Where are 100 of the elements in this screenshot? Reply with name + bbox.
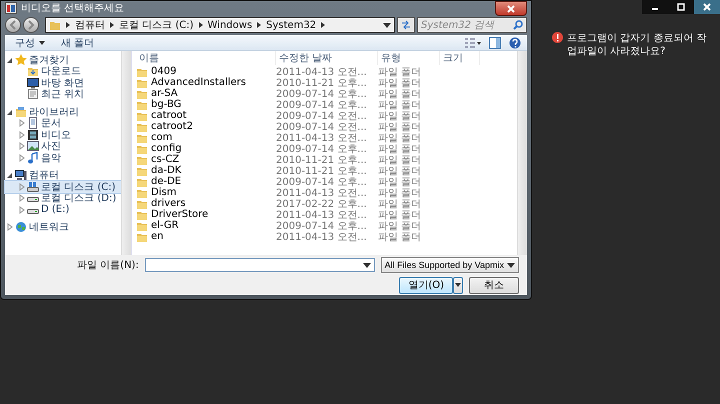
scrollbar[interactable]	[121, 51, 131, 255]
document-icon	[27, 88, 39, 100]
picture-icon	[27, 140, 39, 152]
chevron-icon[interactable]	[65, 20, 71, 30]
nav-item[interactable]: 즐겨찾기	[5, 54, 121, 66]
film-icon	[27, 128, 39, 141]
chevron-icon[interactable]	[198, 20, 204, 30]
type-cell-text: 파일 폴더	[378, 98, 422, 112]
nav-item[interactable]: 컴퓨터	[5, 170, 121, 181]
preview-pane-icon[interactable]	[489, 36, 501, 48]
nav-item[interactable]: 네트워크	[5, 222, 121, 233]
chevron-icon[interactable]	[256, 20, 262, 30]
file-name-cell[interactable]: DriverStore	[136, 208, 276, 220]
nav-item[interactable]: 사진	[5, 140, 121, 152]
type-cell-text: 파일 폴더	[378, 110, 422, 122]
nav-item[interactable]: 로컬 디스크 (C:)	[5, 181, 121, 192]
type-cell-text: 파일 폴더	[378, 120, 422, 134]
date-cell-text: 2009-07-14 오후...	[276, 220, 368, 232]
file-name-cell[interactable]: en	[136, 230, 276, 242]
file-name-cell[interactable]: cs-CZ	[136, 154, 276, 166]
file-name-cell[interactable]: da-DK	[136, 164, 276, 176]
type-cell-text: 파일 폴더	[378, 88, 422, 100]
app-icon	[5, 2, 17, 14]
collapsed-arrow-icon[interactable]	[19, 152, 25, 164]
date-cell-text: 2017-02-22 오후...	[276, 198, 368, 210]
type-cell-text: 파일 폴더	[378, 198, 422, 210]
file-name-cell[interactable]: catroot	[136, 110, 276, 122]
collapsed-arrow-icon[interactable]	[7, 221, 13, 234]
scrollbar[interactable]	[517, 51, 527, 255]
collapsed-arrow-icon[interactable]	[19, 140, 25, 152]
caret-icon[interactable]	[383, 21, 391, 29]
date-cell-text: 2009-07-14 오후...	[276, 176, 368, 188]
file-name-field[interactable]	[144, 258, 375, 272]
open-options-button[interactable]	[453, 276, 463, 294]
toolbar-button[interactable]: 새 폴더	[57, 36, 98, 50]
collapsed-arrow-icon[interactable]	[19, 192, 25, 204]
window-title: 비디오를 선택해주세요	[21, 2, 124, 15]
close-button[interactable]	[495, 1, 527, 16]
cancel-button[interactable]: 취소	[469, 276, 519, 294]
help-icon[interactable]	[509, 36, 521, 48]
file-name-cell[interactable]: config	[136, 142, 276, 154]
column-header[interactable]: 이름	[136, 51, 276, 65]
type-cell-text: 파일 폴더	[378, 176, 422, 188]
collapsed-arrow-icon[interactable]	[19, 128, 25, 141]
type-cell-text: 파일 폴더	[378, 220, 422, 232]
file-name-cell[interactable]: Dism	[136, 186, 276, 198]
date-cell-text: 2011-04-13 오전...	[276, 66, 368, 78]
nav-item[interactable]: 비디오	[5, 129, 121, 140]
close-icon	[507, 4, 515, 12]
type-cell-text: 파일 폴더	[378, 154, 422, 166]
type-cell-text: 파일 폴더	[378, 208, 422, 222]
nav-item[interactable]: 최근 위치	[5, 88, 121, 100]
file-name-cell[interactable]: el-GR	[136, 220, 276, 232]
nav-item[interactable]: D (E:)	[5, 204, 121, 216]
view-options-icon[interactable]	[465, 38, 481, 48]
file-name-cell[interactable]: ar-SA	[136, 88, 276, 100]
file-name-cell[interactable]: 0409	[136, 66, 276, 78]
maximize-button[interactable]	[668, 0, 694, 14]
maximize-icon	[676, 2, 686, 12]
nav-item[interactable]: 문서	[5, 118, 121, 129]
date-cell-text: 2011-04-13 오전...	[276, 132, 368, 144]
nav-item[interactable]: 음악	[5, 152, 121, 164]
column-header[interactable]: 크기	[440, 51, 480, 65]
forward-button[interactable]	[23, 17, 39, 33]
nav-item[interactable]: 라이브러리	[5, 106, 121, 118]
file-name-cell[interactable]: com	[136, 132, 276, 144]
date-cell-text: 2009-07-14 오전...	[276, 120, 368, 134]
search-field[interactable]: System32 검색	[417, 17, 527, 33]
file-name-cell[interactable]: de-DE	[136, 176, 276, 188]
breadcrumb-item[interactable]: Windows	[208, 20, 252, 30]
collapsed-arrow-icon[interactable]	[19, 204, 25, 216]
close-icon	[702, 2, 712, 12]
file-name-cell[interactable]: drivers	[136, 198, 276, 210]
breadcrumb-item[interactable]: System32	[266, 20, 316, 30]
caret-icon	[507, 260, 515, 268]
breadcrumb-item[interactable]: 로컬 디스크 (C:)	[119, 18, 194, 32]
nav-item[interactable]: 다운로드	[5, 66, 121, 77]
refresh-button[interactable]	[397, 17, 415, 33]
nav-item[interactable]: 로컬 디스크 (D:)	[5, 192, 121, 204]
type-cell-text: 파일 폴더	[378, 142, 422, 156]
file-name-cell[interactable]: AdvancedInstallers	[136, 76, 276, 88]
chevron-icon[interactable]	[320, 20, 326, 30]
caret-icon	[362, 260, 371, 268]
back-button[interactable]	[5, 17, 21, 33]
collapsed-arrow-icon[interactable]	[19, 117, 25, 130]
nav-item[interactable]: 바탕 화면	[5, 77, 121, 88]
music-note-icon	[27, 152, 39, 164]
column-header[interactable]: 유형	[378, 51, 440, 65]
address-bar[interactable]: 컴퓨터 로컬 디스크 (C:) Windows System32	[45, 17, 395, 33]
minimize-button[interactable]	[642, 0, 668, 14]
file-name-cell[interactable]: bg-BG	[136, 98, 276, 110]
file-name-cell[interactable]: catroot2	[136, 120, 276, 132]
file-type-dropdown[interactable]: All Files Supported by Vapmix	[380, 256, 519, 272]
column-header[interactable]: 수정한 날짜	[276, 51, 378, 65]
open-button[interactable]: 열기(O)	[399, 276, 453, 294]
toolbar-button[interactable]: 구성	[11, 36, 49, 50]
chevron-icon[interactable]	[109, 20, 115, 30]
breadcrumb-item[interactable]: 컴퓨터	[75, 18, 105, 32]
search-icon	[513, 20, 523, 30]
date-cell-text: 2009-07-14 오후...	[276, 88, 368, 100]
